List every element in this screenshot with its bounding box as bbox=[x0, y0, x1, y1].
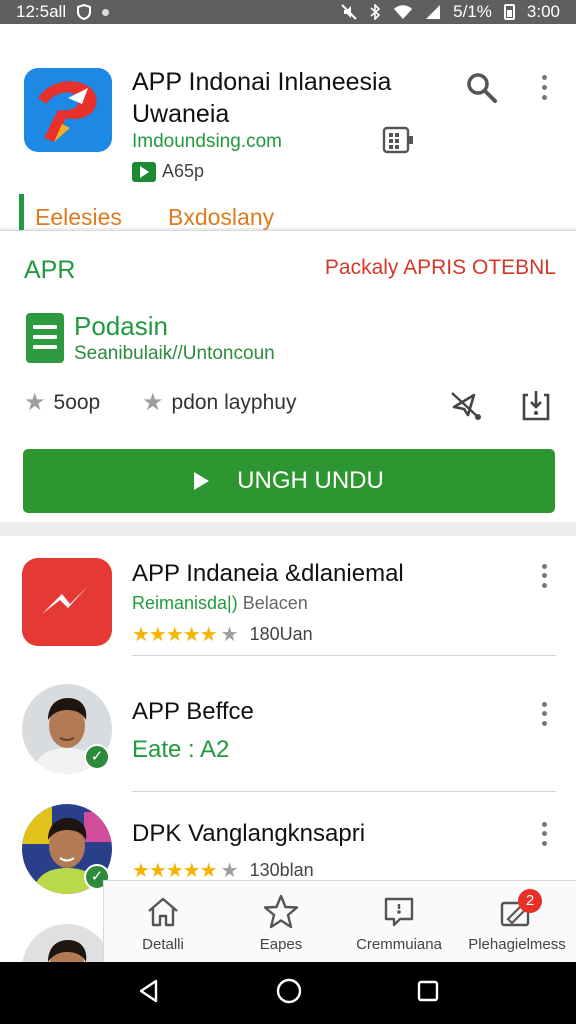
item-subtitle: Reimanisda|) Belacen bbox=[132, 593, 308, 614]
tab-eelesies[interactable]: Eelesies bbox=[35, 204, 122, 231]
nav-label: Plehagielmess bbox=[468, 936, 566, 953]
tab-bxdoslany[interactable]: Bxdoslany bbox=[168, 204, 274, 231]
item-category: Belacen bbox=[242, 593, 308, 613]
rating-stars-icon: ★★★★★ ★ bbox=[132, 624, 239, 646]
install-button[interactable]: UNGH UNDU bbox=[23, 449, 555, 513]
battery-percent: 5/1% bbox=[453, 2, 492, 21]
play-icon bbox=[194, 472, 210, 490]
signal-icon bbox=[426, 5, 441, 19]
star-icon: ★ bbox=[142, 389, 164, 416]
app-header-card: APP Indonai Inlaneesia Uwaneia Imdoundsi… bbox=[0, 24, 576, 238]
item-title: APP Beffce bbox=[132, 698, 254, 725]
item-review-count: 180Uan bbox=[249, 624, 313, 644]
comment-icon bbox=[384, 897, 414, 927]
status-time: 12:5all bbox=[16, 2, 67, 21]
install-button-label: UNGH UNDU bbox=[237, 467, 384, 494]
item-review-count: 130blan bbox=[249, 860, 314, 880]
messenger-app-icon bbox=[22, 558, 112, 646]
meta-category: ★ pdon layphuy bbox=[142, 391, 296, 415]
system-navigation-bar bbox=[0, 962, 576, 1024]
bottom-navigation: Detalli Eapes Cremmuiana 2 Plehagielmess bbox=[103, 880, 576, 962]
avatar bbox=[22, 924, 112, 966]
home-circle-icon[interactable] bbox=[275, 977, 303, 1010]
item-developer: Reimanisda|) bbox=[132, 593, 238, 613]
shield-check-icon bbox=[77, 4, 92, 20]
back-icon[interactable] bbox=[136, 978, 162, 1009]
app-size-row: A65p bbox=[132, 161, 204, 182]
notification-badge: 2 bbox=[518, 889, 542, 913]
recents-icon[interactable] bbox=[416, 979, 440, 1008]
notification-dot-icon bbox=[102, 8, 110, 16]
meta-rating-text: 5oop bbox=[53, 391, 101, 414]
play-store-icon bbox=[132, 161, 156, 182]
overflow-menu-icon[interactable] bbox=[530, 72, 558, 102]
home-icon bbox=[148, 897, 178, 927]
nav-label: Cremmuiana bbox=[356, 936, 442, 953]
nav-label: Detalli bbox=[142, 936, 184, 953]
meta-rating: ★ 5oop bbox=[24, 391, 100, 415]
divider bbox=[132, 655, 556, 656]
app-size: A65p bbox=[162, 161, 205, 181]
app-title: APP Indonai Inlaneesia Uwaneia bbox=[132, 68, 392, 128]
item-rank: Eate : A2 bbox=[132, 736, 230, 763]
status-clock-right: 3:00 bbox=[526, 2, 560, 21]
overflow-menu-icon[interactable] bbox=[530, 820, 558, 848]
item-rating: ★★★★★ ★ 180Uan bbox=[132, 622, 313, 647]
overflow-menu-icon[interactable] bbox=[530, 700, 558, 728]
nav-eapes[interactable]: Eapes bbox=[222, 881, 340, 962]
item-title: APP Indaneia &dlaniemal bbox=[132, 560, 404, 587]
nav-plehagielmess[interactable]: 2 Plehagielmess bbox=[458, 881, 576, 962]
meta-category-text: pdon layphuy bbox=[171, 391, 297, 414]
nav-cremmuiana[interactable]: Cremmuiana bbox=[340, 881, 458, 962]
overflow-menu-icon[interactable] bbox=[530, 562, 558, 590]
section-label: APR bbox=[24, 256, 76, 284]
document-name: Podasin bbox=[74, 311, 168, 341]
package-link[interactable]: Packaly APRIS OTEBNL bbox=[325, 256, 556, 280]
pin-off-icon[interactable] bbox=[448, 387, 484, 423]
wifi-icon bbox=[394, 5, 413, 19]
document-subtitle: Seanibulaik//Untoncoun bbox=[74, 343, 275, 364]
app-logo-icon bbox=[24, 68, 112, 152]
grid-icon[interactable] bbox=[382, 126, 414, 154]
share-icon[interactable] bbox=[518, 387, 554, 423]
search-icon[interactable] bbox=[464, 70, 500, 106]
app-developer-link[interactable]: Imdoundsing.com bbox=[132, 131, 282, 153]
mute-icon bbox=[341, 4, 357, 20]
detail-card: APR Packaly APRIS OTEBNL Podasin Seanibu… bbox=[0, 230, 576, 522]
battery-icon bbox=[503, 4, 515, 20]
bluetooth-icon bbox=[370, 4, 381, 20]
star-icon: ★ bbox=[24, 389, 46, 416]
item-title: DPK Vanglangknsapri bbox=[132, 820, 366, 847]
star-icon bbox=[263, 894, 299, 929]
nav-label: Eapes bbox=[259, 936, 303, 953]
list-item[interactable]: ✓ APP Beffce Eate : A2 bbox=[0, 672, 576, 792]
verified-check-icon: ✓ bbox=[84, 744, 110, 770]
document-icon bbox=[26, 313, 64, 363]
list-item[interactable]: APP Indaneia &dlaniemal Reimanisda|) Bel… bbox=[0, 536, 576, 656]
nav-detalli[interactable]: Detalli bbox=[104, 881, 222, 962]
status-bar: 12:5all 5/1% 3:00 bbox=[0, 0, 576, 24]
